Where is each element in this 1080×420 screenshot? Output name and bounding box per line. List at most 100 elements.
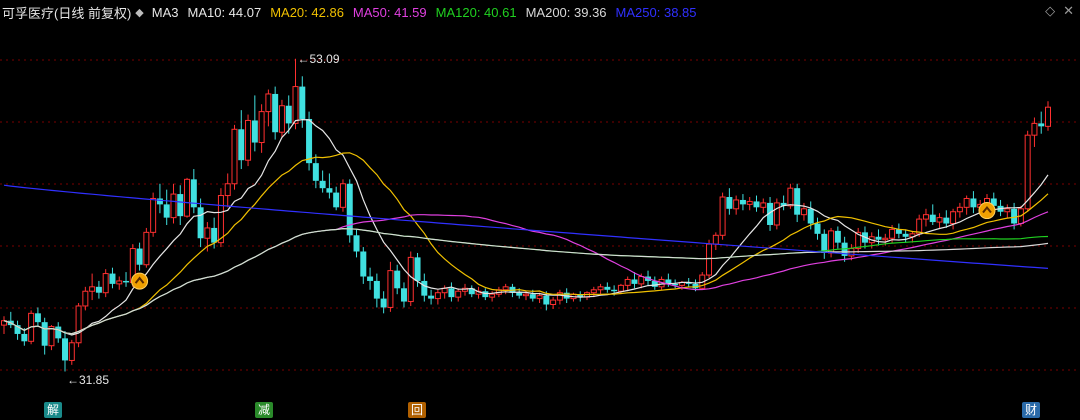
candle-body xyxy=(631,279,638,284)
candle-body xyxy=(875,236,882,240)
candle-body xyxy=(950,211,957,225)
candle-body xyxy=(272,93,279,133)
candle-body xyxy=(353,235,360,252)
candle-body xyxy=(516,292,523,296)
candle-body xyxy=(455,290,462,298)
dropdown-arrow-icon[interactable]: ◆ xyxy=(135,6,143,19)
candle-body xyxy=(319,180,326,189)
candle-body xyxy=(970,198,977,208)
candle-body xyxy=(211,227,218,243)
candle-body xyxy=(184,178,191,217)
candle-body xyxy=(482,291,489,298)
candle-body xyxy=(421,280,428,296)
candle-body xyxy=(543,295,550,305)
candle-body xyxy=(753,201,760,208)
candle-body xyxy=(143,231,150,266)
candle-body xyxy=(251,120,258,143)
candle-body xyxy=(787,187,794,207)
signal-up-icon xyxy=(978,202,996,220)
candle-body xyxy=(712,234,719,245)
candle-body xyxy=(529,294,536,299)
candle-body xyxy=(1038,123,1045,127)
candle-body xyxy=(929,214,936,223)
candle-body xyxy=(814,223,821,234)
stock-title[interactable]: 可孚医疗(日线 前复权) xyxy=(2,3,131,22)
chart-header: 可孚医疗(日线 前复权) ◆ MA3 MA10: 44.07 MA20: 42.86… xyxy=(0,0,1080,24)
ma-legend-item[interactable]: MA200: 39.36 xyxy=(526,5,607,20)
candle-body xyxy=(197,207,204,239)
candle-body xyxy=(638,276,645,285)
candle-body xyxy=(922,214,929,220)
candle-body xyxy=(794,188,801,215)
ma-legend-item[interactable]: MA50: 41.59 xyxy=(353,5,427,20)
candle-body xyxy=(550,299,557,305)
ma-legend-item[interactable]: MA10: 44.07 xyxy=(187,5,261,20)
candle-body xyxy=(292,86,299,124)
candle-body xyxy=(739,199,746,205)
candle-body xyxy=(224,183,231,197)
event-marker-jian[interactable]: 减 xyxy=(255,402,274,418)
candle-body xyxy=(89,286,96,292)
candle-body xyxy=(489,293,496,298)
diamond-icon[interactable]: ◇ xyxy=(1045,3,1055,19)
candle-body xyxy=(611,289,618,292)
ma-legend-item[interactable]: MA20: 42.86 xyxy=(270,5,344,20)
close-icon[interactable]: ✕ xyxy=(1063,3,1074,19)
ma-legend: MA3 MA10: 44.07 MA20: 42.86 MA50: 41.59 MA12… xyxy=(152,5,706,20)
candle-body xyxy=(285,105,292,124)
candle-body xyxy=(55,326,62,339)
ma-legend-item[interactable]: MA120: 40.61 xyxy=(436,5,517,20)
candle-body xyxy=(306,118,313,164)
candle-body xyxy=(956,206,963,213)
candle-body xyxy=(217,195,224,244)
candle-body xyxy=(68,342,75,361)
candle-body xyxy=(21,333,28,342)
ma200-line xyxy=(3,227,1049,335)
candle-body xyxy=(299,86,306,119)
event-marker-hui[interactable]: 回 xyxy=(408,402,427,418)
candle-body xyxy=(312,163,319,181)
moving-averages xyxy=(3,118,1049,336)
candles xyxy=(1,58,1051,372)
candle-body xyxy=(448,288,455,298)
candle-body xyxy=(523,293,529,297)
candle-body xyxy=(245,119,252,161)
candle-body xyxy=(238,129,245,161)
candle-body xyxy=(278,105,285,133)
candle-body xyxy=(807,208,814,224)
candle-body xyxy=(380,298,387,308)
event-marker-jie[interactable]: 解 xyxy=(44,402,63,418)
candle-body xyxy=(590,289,597,294)
candle-body xyxy=(882,237,889,241)
candle-body xyxy=(834,230,841,243)
candle-body xyxy=(163,204,170,218)
candle-body xyxy=(773,202,780,226)
candle-body xyxy=(963,197,970,208)
candlestick-chart[interactable] xyxy=(0,24,1080,400)
candle-body xyxy=(604,286,611,290)
candle-body xyxy=(231,128,238,185)
high-price-label: ←53.09 xyxy=(297,51,340,66)
candle-body xyxy=(62,338,69,361)
candle-body xyxy=(1004,208,1011,213)
candle-body xyxy=(339,183,346,208)
candle-body xyxy=(82,290,89,307)
ma-legend-item[interactable]: MA250: 38.85 xyxy=(616,5,697,20)
candle-body xyxy=(936,217,943,223)
candle-body xyxy=(116,280,123,285)
candle-body xyxy=(597,286,604,291)
candle-body xyxy=(367,276,374,281)
candle-body xyxy=(400,288,407,302)
candle-body xyxy=(943,217,950,224)
event-marker-cai[interactable]: 财 xyxy=(1022,402,1041,418)
candle-body xyxy=(326,188,333,193)
candle-body xyxy=(889,228,896,239)
candle-body xyxy=(41,322,48,346)
ma-legend-item[interactable]: MA3 xyxy=(152,5,179,20)
candle-body xyxy=(902,233,909,237)
candle-body xyxy=(1011,208,1018,224)
candle-body xyxy=(394,270,401,289)
candle-body xyxy=(136,248,143,265)
candle-body xyxy=(170,193,177,219)
candle-body xyxy=(726,197,733,209)
